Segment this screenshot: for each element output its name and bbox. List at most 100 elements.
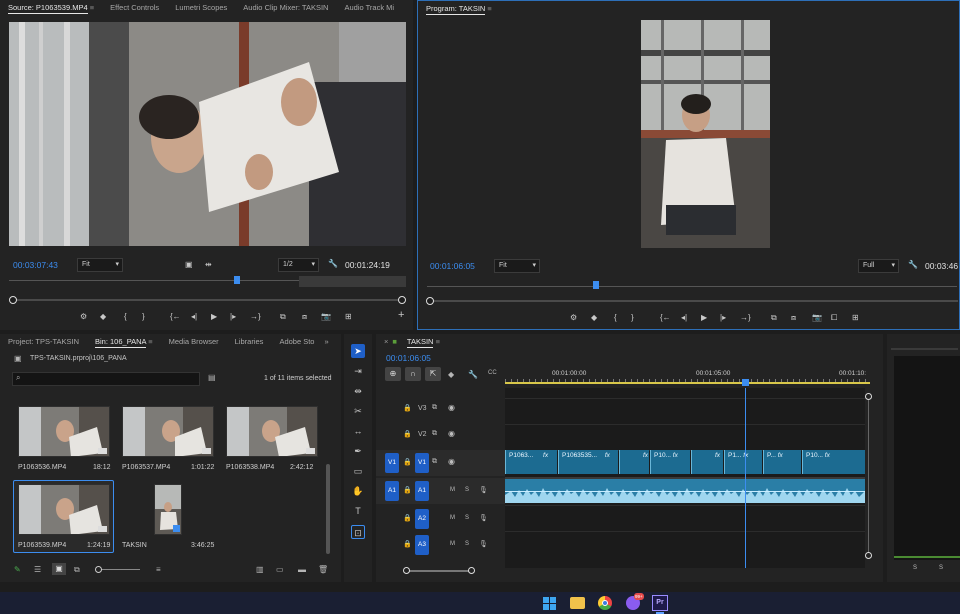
track-target-a2[interactable]: A2 [415, 509, 429, 529]
timeline-hscroll-left[interactable] [403, 567, 410, 574]
new-bin-icon[interactable]: ▬ [298, 565, 306, 574]
overwrite-icon[interactable]: ⧈ [302, 312, 307, 322]
add-marker-icon[interactable]: ◆ [448, 370, 454, 379]
audio-clip[interactable] [505, 479, 865, 503]
solo-button[interactable]: S [465, 541, 469, 547]
sort-icon[interactable]: ≡ [156, 565, 161, 574]
captions-icon[interactable]: CC [488, 370, 497, 376]
sync-icon[interactable]: ⧉ [432, 430, 437, 438]
program-go-to-in-button[interactable]: {← [660, 313, 671, 323]
tab-media-browser[interactable]: Media Browser [161, 334, 227, 350]
program-step-back-button[interactable]: ◂| [681, 313, 687, 323]
tab-source[interactable]: Source: P1063539.MP4 ≡ [0, 0, 102, 16]
icon-view-icon[interactable]: ▣ [52, 563, 66, 575]
windows-start-icon[interactable] [543, 597, 556, 610]
marker-icon[interactable]: ▣ [185, 260, 193, 270]
track-select-tool-icon[interactable]: ⇥ [351, 364, 365, 378]
timeline-playhead[interactable] [745, 388, 746, 568]
search-input[interactable] [27, 374, 197, 385]
extract-icon[interactable]: ⧈ [791, 313, 796, 323]
tab-audio-clip-mixer[interactable]: Audio Clip Mixer: TAKSIN [235, 0, 336, 16]
tab-program[interactable]: Program: TAKSIN ≡ [418, 1, 500, 17]
zoom-slider[interactable] [95, 566, 140, 573]
program-mark-in-button[interactable]: { [614, 313, 617, 323]
tab-effect-controls[interactable]: Effect Controls [102, 0, 167, 16]
solo-button[interactable]: S [465, 515, 469, 521]
timeline-settings-icon[interactable]: 🔧 [468, 370, 478, 379]
zoom-slider-handle[interactable] [95, 566, 102, 573]
file-explorer-icon[interactable] [570, 597, 585, 609]
hand-tool-icon[interactable]: ✋ [351, 484, 365, 498]
sync-icon[interactable]: ⧉ [432, 458, 437, 466]
clip-thumbnail[interactable] [122, 406, 214, 457]
tab-adobe-stock[interactable]: Adobe Sto [271, 334, 322, 350]
timeline-timecode[interactable]: 00:01:06:05 [386, 353, 431, 363]
tab-audio-track-mixer[interactable]: Audio Track Mi [336, 0, 402, 16]
rectangle-tool-icon[interactable]: ▭ [351, 464, 365, 478]
program-export-frame-icon[interactable]: 📷 [812, 313, 822, 323]
lock-icon[interactable]: 🔒 [403, 486, 412, 494]
mark-out-button[interactable]: } [142, 312, 145, 322]
wrench-icon[interactable]: 🔧 [328, 259, 338, 269]
microphone-icon[interactable]: 🎙 [479, 540, 488, 548]
clip-thumbnail[interactable] [18, 406, 110, 457]
lock-icon[interactable]: 🔒 [403, 540, 412, 548]
add-marker-icon[interactable]: ◆ [100, 312, 106, 322]
automate-to-sequence-icon[interactable]: ▥ [256, 565, 264, 574]
video-clip[interactable]: fx [691, 450, 723, 474]
microphone-icon[interactable]: 🎙 [479, 486, 488, 494]
go-to-out-button[interactable]: →} [250, 312, 261, 322]
program-resolution-select[interactable]: Full [858, 259, 899, 273]
video-clip[interactable]: P1... fx [724, 450, 762, 474]
lift-icon[interactable]: ⧉ [771, 313, 777, 323]
timeline-hscroll-right[interactable] [468, 567, 475, 574]
track-target-a3[interactable]: A3 [415, 535, 429, 555]
source-timecode[interactable]: 00:03:07:43 [13, 260, 58, 270]
new-search-bin-icon[interactable]: ▤ [208, 373, 216, 382]
export-frame-icon[interactable]: 📷 [321, 312, 331, 322]
eye-icon[interactable]: ◉ [448, 429, 455, 438]
video-clip[interactable]: fx [619, 450, 649, 474]
captions-tool-icon[interactable]: ⊡ [351, 525, 365, 539]
settings-icon[interactable]: ⇹ [205, 260, 212, 270]
source-settings-icon[interactable]: ⚙ [80, 312, 87, 322]
more-tabs-icon[interactable]: » [322, 334, 330, 350]
lock-icon[interactable]: 🔒 [403, 514, 412, 522]
lock-icon[interactable]: 🔒 [403, 430, 412, 438]
tab-lumetri-scopes[interactable]: Lumetri Scopes [167, 0, 235, 16]
mute-button[interactable]: M [450, 487, 455, 493]
selection-tool-icon[interactable]: ➤ [351, 344, 365, 358]
program-button-editor-icon[interactable]: ⊞ [852, 313, 859, 323]
program-settings-icon[interactable]: ⚙ [570, 313, 577, 323]
tab-bin[interactable]: Bin: 106_PANA ≡ [87, 334, 161, 350]
insert-sequence-nest-icon[interactable]: ⊕ [385, 367, 401, 381]
program-scrollbar[interactable] [430, 300, 958, 302]
bin-scrollbar[interactable] [326, 464, 330, 554]
insert-icon[interactable]: ⧉ [280, 312, 286, 322]
lock-icon[interactable]: 🔒 [403, 404, 412, 412]
clip-thumbnail-selected[interactable] [18, 484, 110, 535]
step-forward-button[interactable]: |▸ [230, 312, 236, 322]
program-mark-out-button[interactable]: } [631, 313, 634, 323]
timeline-ruler[interactable]: 00:01:00:00 00:01:05:00 00:01:10: [505, 368, 870, 386]
go-to-in-button[interactable]: {← [170, 312, 181, 322]
video-clip[interactable]: P10... fx [802, 450, 865, 474]
source-scroll-left[interactable] [9, 296, 17, 304]
track-target-a1[interactable]: A1 [415, 481, 429, 501]
source-zoom-select[interactable]: Fit [77, 258, 123, 272]
source-patch-a1[interactable]: A1 [385, 481, 399, 501]
mark-in-button[interactable]: { [124, 312, 127, 322]
video-clip[interactable]: P1063535... fx [558, 450, 618, 474]
microphone-icon[interactable]: 🎙 [479, 514, 488, 522]
mute-button[interactable]: M [450, 541, 455, 547]
track-area[interactable]: P1063... fx P1063535... fx fx P10... fx … [505, 388, 865, 568]
premiere-pro-icon[interactable]: Pr [652, 595, 668, 611]
track-target-v1[interactable]: V1 [415, 453, 429, 473]
clip-thumbnail[interactable] [226, 406, 318, 457]
linked-selection-icon[interactable]: ⇱ [425, 367, 441, 381]
video-clip[interactable]: P... fx [763, 450, 801, 474]
video-clip[interactable]: P10... fx [650, 450, 690, 474]
pen-tool-icon[interactable]: ✒ [351, 444, 365, 458]
tab-sequence[interactable]: TAKSIN ≡ [399, 334, 448, 350]
timeline-vscroll-top[interactable] [865, 393, 872, 400]
